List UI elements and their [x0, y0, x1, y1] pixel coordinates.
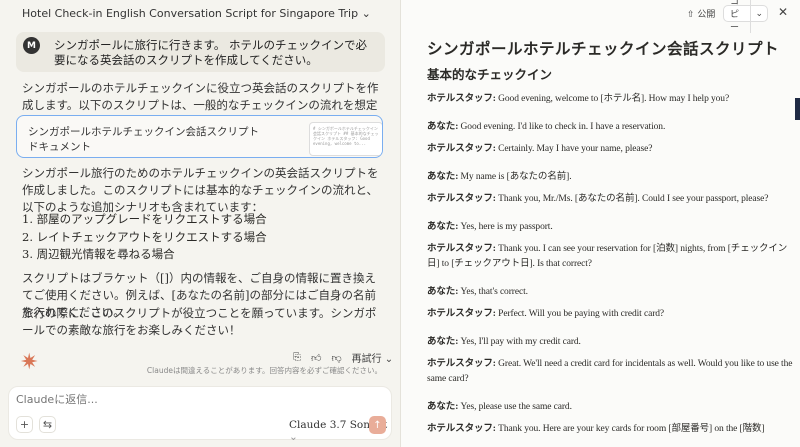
dialogue-lines: ホテルスタッフ: Good evening, welcome to [ホテル名]… [427, 92, 795, 437]
sliders-icon: ⇆ [42, 418, 53, 431]
chevron-down-icon: ⌄ [361, 7, 371, 20]
user-message: M シンガポールに旅行に行きます。 ホテルのチェックインで必要になる英会話のスク… [16, 32, 385, 72]
dialogue-line: ホテルスタッフ: Thank you. Here are your key ca… [427, 422, 795, 437]
scenario-list: 1. 部屋のアップグレードをリクエストする場合 2. レイトチェックアウトをリク… [22, 211, 267, 264]
line-text: Yes, I'll pay with my credit card. [458, 337, 581, 347]
chat-panel: Hotel Check-in English Conversation Scri… [0, 0, 398, 447]
add-button[interactable]: + [16, 416, 33, 433]
dialogue-line: あなた: Yes, here is my passport. [427, 220, 795, 235]
window-edge [795, 98, 800, 120]
list-item: 2. レイトチェックアウトをリクエストする場合 [22, 229, 267, 244]
copy-button[interactable]: コピー [724, 0, 752, 33]
dialogue-line: ホテルスタッフ: Thank you, Mr./Ms. [あなたの名前]. Co… [427, 192, 795, 207]
line-text: Certainly. May I have your name, please? [495, 144, 653, 154]
artifact-title: シンガポールホテルチェックイン会話スクリプト [28, 126, 259, 138]
user-message-text: シンガポールに旅行に行きます。 ホテルのチェックインで必要になる英会話のスクリプ… [54, 38, 368, 67]
message-actions: ⎘ 👍︎ 👎︎ 再試行 ⌄ [293, 350, 393, 365]
list-item: 1. 部屋のアップグレードをリクエストする場合 [22, 212, 267, 226]
disclaimer: Claudeは間違えることがあります。回答内容を必ずご確認ください。 [146, 366, 382, 375]
artifact-type: ドキュメント [28, 141, 91, 153]
artifact-card[interactable]: シンガポールホテルチェックイン会話スクリプト ドキュメント # シンガポールホテ… [16, 115, 383, 158]
artifact-panel: シンガポールホテルチェックイン会話スクリプト 基本的なチェックイン ホテルスタッ… [400, 0, 800, 447]
tools-button[interactable]: ⇆ [39, 416, 56, 433]
thumbs-up-icon[interactable]: 👍︎ [311, 352, 321, 364]
line-text: Yes, please use the same card. [458, 402, 572, 412]
speaker-label: ホテルスタッフ: [427, 144, 496, 154]
line-text: Perfect. Will you be paying with credit … [495, 309, 665, 319]
copy-icon[interactable]: ⎘ [293, 352, 301, 363]
line-text: My name is [あなたの名前]. [458, 172, 572, 182]
speaker-label: あなた: [427, 122, 459, 132]
speaker-label: ホテルスタッフ: [427, 244, 496, 254]
dialogue-line: あなた: My name is [あなたの名前]. [427, 170, 795, 185]
speaker-label: あなた: [427, 222, 459, 232]
dialogue-line: あなた: Good evening. I'd like to check in.… [427, 120, 795, 135]
speaker-label: ホテルスタッフ: [427, 424, 496, 434]
line-text: Yes, here is my passport. [458, 222, 553, 232]
speaker-label: ホテルスタッフ: [427, 359, 496, 369]
line-text: Thank you, Mr./Ms. [あなたの名前]. Could I see… [495, 194, 769, 204]
thumbs-down-icon[interactable]: 👎︎ [331, 352, 341, 364]
speaker-label: あなた: [427, 287, 459, 297]
send-button[interactable]: ↑ [369, 416, 386, 434]
line-text: Good evening, welcome to [ホテル名]. How may… [495, 94, 730, 104]
speaker-label: ホテルスタッフ: [427, 94, 496, 104]
line-text: Yes, that's correct. [458, 287, 528, 297]
artifact-thumbnail: # シンガポールホテルチェックイン会話スクリプト ## 基本的なチェックイン ホ… [309, 122, 382, 156]
reply-input[interactable] [16, 393, 316, 406]
retry-button[interactable]: 再試行 ⌄ [352, 350, 394, 365]
section-heading: 基本的なチェックイン [427, 68, 553, 82]
assistant-summary: シンガポール旅行のためのホテルチェックインの英会話スクリプトを作成しました。この… [22, 166, 379, 214]
dialogue-line: あなた: Yes, I'll pay with my credit card. [427, 335, 795, 350]
speaker-label: あなた: [427, 172, 459, 182]
conversation-title[interactable]: Hotel Check-in English Conversation Scri… [22, 7, 371, 20]
speaker-label: ホテルスタッフ: [427, 194, 496, 204]
composer: + ⇆ Claude 3.7 Sonnet ⌄ ↑ [8, 386, 392, 443]
speaker-label: あなた: [427, 402, 459, 412]
line-text: Good evening. I'd like to check in. I ha… [458, 122, 666, 132]
close-icon[interactable]: ✕ [778, 5, 788, 19]
chevron-down-icon: ⌄ [289, 431, 298, 443]
assistant-closing: 旅行の際に、このスクリプトが役立つことを願っています。シンガポールでの素敵な旅行… [22, 306, 377, 337]
copy-button-group: コピー ⌄ [723, 0, 768, 33]
dialogue-line: ホテルスタッフ: Good evening, welcome to [ホテル名]… [427, 92, 795, 107]
plus-icon: + [19, 418, 30, 431]
list-item: 3. 周辺観光情報を尋ねる場合 [22, 247, 175, 261]
speaker-label: ホテルスタッフ: [427, 309, 496, 319]
artifact-document: シンガポールホテルチェックイン会話スクリプト 基本的なチェックイン ホテルスタッ… [427, 40, 795, 447]
copy-options-chevron-icon[interactable]: ⌄ [751, 9, 767, 19]
publish-button[interactable]: ⇧ 公開 [687, 7, 715, 20]
share-icon: ⇧ [687, 10, 695, 20]
dialogue-line: ホテルスタッフ: Thank you. I can see your reser… [427, 242, 795, 272]
dialogue-line: あなた: Yes, that's correct. [427, 285, 795, 300]
document-title: シンガポールホテルチェックイン会話スクリプト [427, 41, 780, 58]
dialogue-line: ホテルスタッフ: Certainly. May I have your name… [427, 142, 795, 157]
avatar: M [23, 37, 40, 54]
claude-logo-icon: ✷ [20, 350, 39, 375]
dialogue-line: ホテルスタッフ: Perfect. Will you be paying wit… [427, 307, 795, 322]
arrow-up-icon: ↑ [373, 419, 382, 431]
dialogue-line: ホテルスタッフ: Great. We'll need a credit card… [427, 357, 795, 387]
dialogue-line: あなた: Yes, please use the same card. [427, 400, 795, 415]
line-text: Thank you. Here are your key cards for r… [495, 424, 765, 434]
speaker-label: あなた: [427, 337, 459, 347]
